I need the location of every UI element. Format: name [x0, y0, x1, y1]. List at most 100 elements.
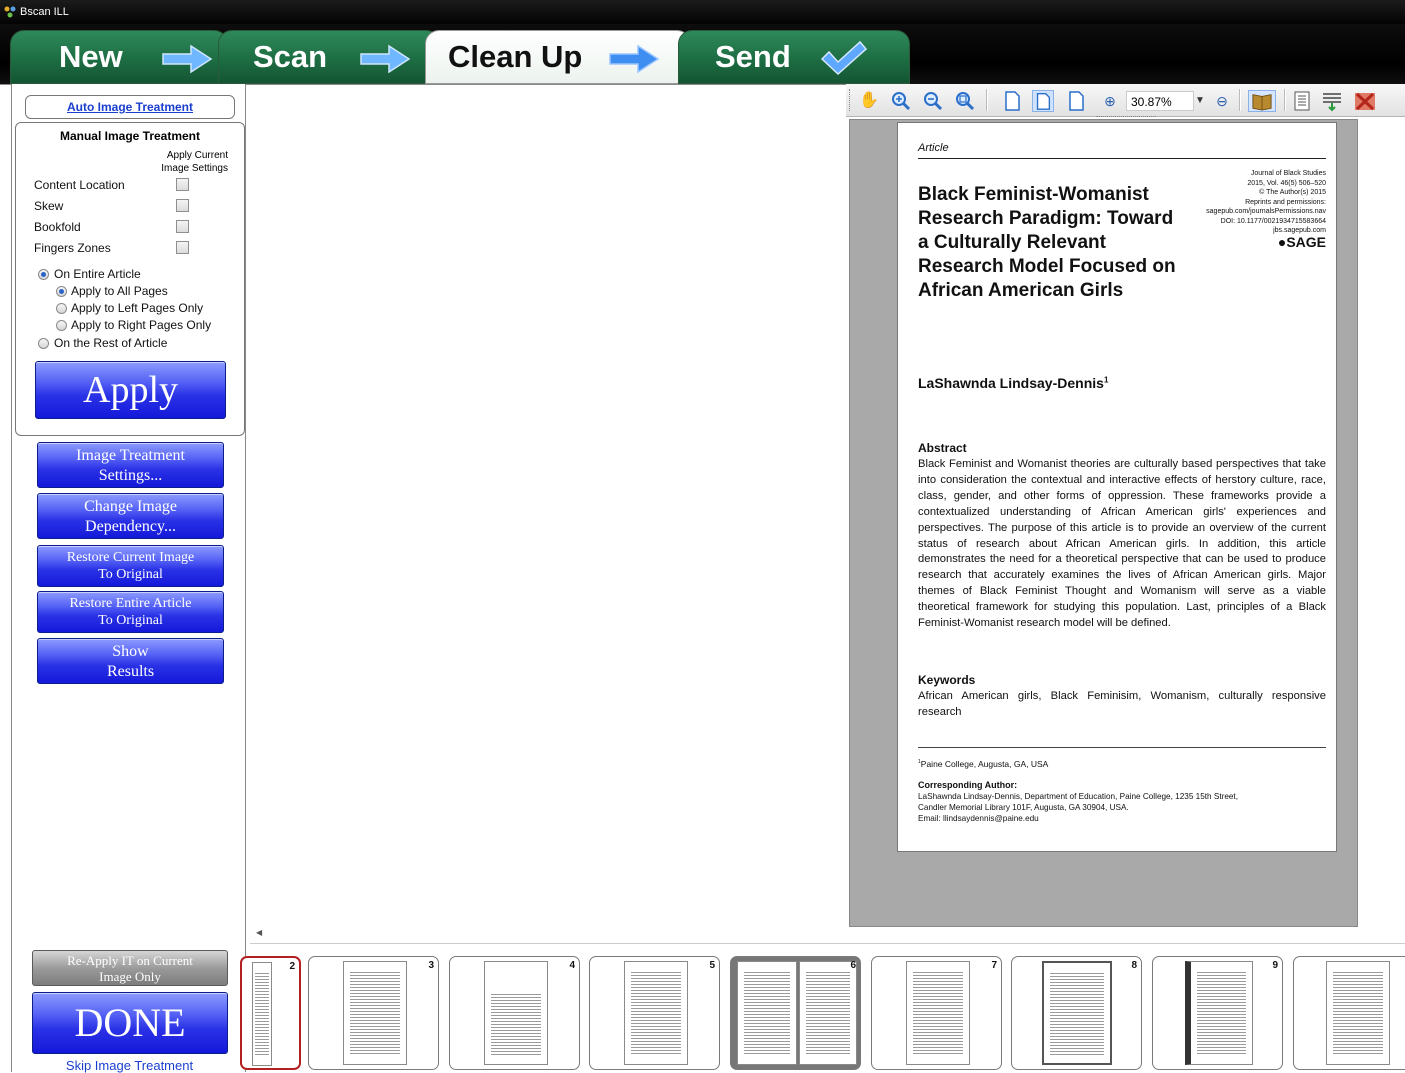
apply-right-pages-radio[interactable]: [56, 320, 67, 331]
book-icon[interactable]: [1248, 90, 1276, 112]
arrow-right-icon: [360, 44, 411, 74]
zoom-plus-icon[interactable]: ⊕: [1102, 90, 1118, 112]
thumbnail-page-7[interactable]: 7: [871, 956, 1002, 1070]
restore-current-image-button[interactable]: Restore Current Image To Original: [37, 545, 224, 587]
scroll-left-icon[interactable]: ◀: [256, 928, 262, 937]
fingers-zones-checkbox[interactable]: [176, 241, 189, 254]
tab-send-label: Send: [715, 39, 791, 74]
document-page: Article Journal of Black Studies 2015, V…: [897, 122, 1337, 852]
viewer-toolbar: ✋ ⊕ 30.87% ▼ ⊖: [846, 84, 1405, 117]
change-image-dependency-button[interactable]: Change Image Dependency...: [37, 493, 224, 539]
apply-left-pages-radio[interactable]: [56, 303, 67, 314]
tab-clean-up[interactable]: Clean Up: [425, 30, 691, 84]
fit-width-icon[interactable]: [1066, 90, 1086, 112]
thumbnail-page-6[interactable]: 6: [730, 956, 861, 1070]
thumbnail-number: 3: [428, 960, 434, 971]
option-bookfold-label: Bookfold: [34, 220, 81, 234]
thumbnail-page-8[interactable]: 8: [1011, 956, 1142, 1070]
sort-icon[interactable]: [1320, 90, 1344, 112]
skew-checkbox[interactable]: [176, 199, 189, 212]
thumbnail-number: 8: [1131, 960, 1137, 971]
article-author: LaShawnda Lindsay-Dennis1: [918, 375, 1109, 391]
thumbnail-page-3[interactable]: 3: [308, 956, 439, 1070]
delete-icon[interactable]: [1352, 90, 1378, 112]
apply-button[interactable]: Apply: [35, 361, 226, 419]
done-button[interactable]: DONE: [32, 992, 228, 1054]
content-location-checkbox[interactable]: [176, 178, 189, 191]
list-icon[interactable]: [1292, 90, 1312, 112]
thumbnail-page-9[interactable]: 9: [1152, 956, 1283, 1070]
tab-send[interactable]: Send: [678, 30, 910, 84]
auto-image-treatment-link[interactable]: Auto Image Treatment: [67, 100, 193, 114]
thumbnail-scrollbar[interactable]: [250, 943, 1405, 945]
zoom-dropdown-icon[interactable]: ▼: [1194, 90, 1206, 112]
show-results-label: Show: [112, 643, 149, 660]
option-skew-label: Skew: [34, 199, 64, 213]
affiliation-text: Paine College, Augusta, GA, USA: [920, 759, 1049, 769]
zoom-in-icon[interactable]: [890, 90, 912, 112]
thumbnail-page-10[interactable]: [1293, 956, 1405, 1070]
tab-new[interactable]: New: [10, 30, 228, 84]
show-results-button[interactable]: Show Results: [37, 638, 224, 684]
manual-treatment-box: Manual Image Treatment Apply Current Ima…: [15, 122, 245, 436]
tab-scan-label: Scan: [253, 39, 328, 74]
change-image-dependency-label: Change Image: [84, 498, 177, 515]
article-title: Black Feminist-Womanist Research Paradig…: [918, 184, 1176, 301]
thumbnail-number: 5: [709, 960, 715, 971]
thumbnail-page-2[interactable]: 2: [240, 956, 301, 1070]
keywords-heading: Keywords: [918, 673, 976, 687]
fit-page-icon[interactable]: [1032, 90, 1054, 112]
skip-image-treatment-link[interactable]: Skip Image Treatment: [12, 1058, 247, 1073]
tab-scan[interactable]: Scan: [218, 30, 440, 84]
publisher-name: SAGE: [1286, 233, 1326, 250]
bookfold-checkbox[interactable]: [176, 220, 189, 233]
affiliation: 1Paine College, Augusta, GA, USA: [918, 759, 1049, 769]
apply-current-header: Apply Current: [166, 150, 228, 161]
option-content-location-label: Content Location: [34, 178, 125, 192]
on-entire-article-radio[interactable]: [38, 269, 49, 280]
thumbnail-page-4[interactable]: 4: [449, 956, 580, 1070]
thumbnail-number: 9: [1272, 960, 1278, 971]
arrow-right-icon: [609, 44, 660, 74]
app-icon: [4, 6, 16, 18]
on-rest-of-article-radio[interactable]: [38, 338, 49, 349]
image-treatment-panel: Auto Image Treatment Manual Image Treatm…: [11, 84, 247, 1073]
corresponding-email: Email: llindsaydennis@paine.edu: [918, 814, 1039, 823]
option-fingers-zones-label: Fingers Zones: [34, 241, 111, 255]
apply-right-pages-label: Apply to Right Pages Only: [71, 318, 212, 332]
change-image-dependency-label-2: Dependency...: [85, 518, 176, 535]
thumbnail-page-5[interactable]: 5: [589, 956, 720, 1070]
zoom-out-icon[interactable]: [922, 90, 944, 112]
article-section-label: Article: [918, 142, 949, 154]
manual-treatment-title: Manual Image Treatment: [59, 129, 201, 143]
reapply-it-label: Re-Apply IT on Current: [67, 953, 193, 968]
window-title: Bscan ILL: [20, 6, 69, 18]
apply-current-header-2: Image Settings: [161, 163, 228, 174]
on-rest-of-article-label: On the Rest of Article: [54, 336, 168, 350]
keywords-text: African American girls, Black Feminisim,…: [918, 690, 1326, 718]
thumbnail-number: 6: [850, 960, 856, 971]
zoom-fit-icon[interactable]: [954, 90, 976, 112]
workflow-tab-bar: New Scan Clean Up Send: [0, 24, 1405, 86]
zoom-minus-icon[interactable]: ⊖: [1214, 90, 1230, 112]
zoom-value[interactable]: 30.87%: [1126, 91, 1194, 111]
corresponding-heading: Corresponding Author:: [918, 780, 1018, 790]
thumbnail-number: 4: [569, 960, 575, 971]
apply-left-pages-label: Apply to Left Pages Only: [71, 301, 204, 315]
journal-name: Journal of Black Studies: [1250, 170, 1326, 177]
reapply-it-label-2: Image Only: [99, 969, 161, 984]
apply-all-pages-radio[interactable]: [56, 286, 67, 297]
tab-clean-up-label: Clean Up: [448, 39, 583, 74]
restore-entire-article-label: Restore Entire Article: [69, 596, 192, 611]
restore-current-image-label-2: To Original: [98, 567, 163, 582]
tab-new-label: New: [59, 39, 123, 74]
hand-icon[interactable]: ✋: [858, 90, 880, 112]
single-page-icon[interactable]: [1002, 90, 1022, 112]
arrow-right-icon: [162, 44, 213, 74]
reapply-it-button[interactable]: Re-Apply IT on Current Image Only: [32, 950, 228, 986]
corresponding-line-2: Candler Memorial Library 101F, Augusta, …: [918, 803, 1129, 812]
checkmark-icon: [820, 40, 868, 76]
restore-entire-article-button[interactable]: Restore Entire Article To Original: [37, 591, 224, 633]
auto-treatment-box: Auto Image Treatment: [25, 95, 235, 119]
image-treatment-settings-button[interactable]: Image Treatment Settings...: [37, 442, 224, 488]
